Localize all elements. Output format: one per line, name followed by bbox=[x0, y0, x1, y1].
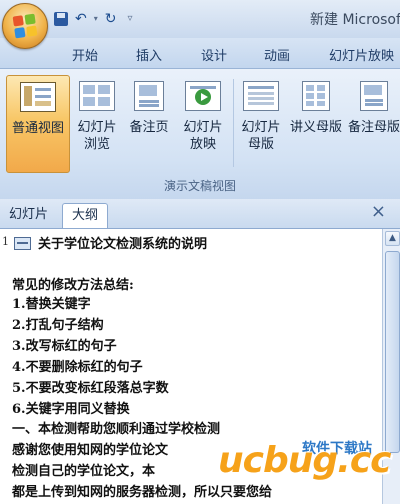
ribbon-tabs: 开始 插入 设计 动画 幻灯片放映 bbox=[0, 38, 400, 68]
save-icon[interactable] bbox=[54, 12, 68, 26]
tab-design[interactable]: 设计 bbox=[201, 45, 227, 64]
scroll-up-icon[interactable]: ▲ bbox=[385, 231, 400, 246]
handout-master-icon bbox=[298, 81, 334, 113]
office-button[interactable] bbox=[2, 3, 48, 49]
normal-view-button[interactable]: 普通视图 bbox=[6, 75, 70, 173]
slide-sorter-icon bbox=[79, 81, 115, 113]
outline-line[interactable]: 检测自己的学位论文，本 bbox=[12, 460, 155, 479]
notes-master-label: 备注母版 bbox=[348, 120, 400, 135]
slide-sorter-label-1: 幻灯片 bbox=[77, 120, 117, 135]
slideshow-button[interactable]: 幻灯片 放映 bbox=[176, 75, 230, 171]
outline-line[interactable]: 6.关键字用同义替换 bbox=[12, 398, 130, 417]
window-title: 新建 Microsoft bbox=[310, 12, 400, 28]
tab-insert[interactable]: 插入 bbox=[136, 45, 162, 64]
slide-master-button[interactable]: 幻灯片 母版 bbox=[236, 75, 286, 171]
outline-line[interactable]: 一、本检测帮助您顺利通过学校检测 bbox=[12, 418, 220, 437]
tab-outline[interactable]: 大纲 bbox=[62, 203, 109, 228]
group-label-presentation-views: 演示文稿视图 bbox=[163, 179, 236, 193]
tab-slideshow[interactable]: 幻灯片放映 bbox=[329, 45, 394, 64]
slide-master-label-1: 幻灯片 bbox=[241, 120, 281, 135]
slide-master-icon bbox=[243, 81, 279, 113]
tab-animations[interactable]: 动画 bbox=[264, 45, 290, 64]
slide-icon[interactable] bbox=[14, 237, 31, 250]
slide-number: 1 bbox=[2, 235, 9, 248]
slide-title[interactable]: 关于学位论文检测系统的说明 bbox=[38, 233, 207, 252]
ribbon-separator bbox=[233, 79, 234, 167]
slideshow-label-2: 放映 bbox=[189, 137, 216, 152]
normal-view-label: 普通视图 bbox=[11, 121, 64, 136]
undo-icon[interactable]: ↶ bbox=[75, 10, 87, 28]
outline-line[interactable]: 3.改写标红的句子 bbox=[12, 335, 117, 354]
notes-page-label: 备注页 bbox=[129, 120, 169, 135]
slide-master-label-2: 母版 bbox=[247, 137, 274, 152]
title-bar: ↶ ▾ ↻ ▿ 新建 Microsoft bbox=[0, 0, 400, 49]
redo-icon[interactable]: ↻ bbox=[105, 10, 117, 28]
tab-slides[interactable]: 幻灯片 bbox=[0, 203, 57, 227]
outline-line[interactable]: 2.打乱句子结构 bbox=[12, 314, 104, 333]
customize-toolbar-icon[interactable]: ▿ bbox=[127, 10, 132, 28]
slide-sorter-label-2: 浏览 bbox=[83, 137, 110, 152]
notes-page-icon bbox=[131, 81, 167, 113]
ribbon-body: 普通视图 幻灯片 浏览 备注页 幻灯片 放映 幻灯片 母版 讲义母版 备注母版 … bbox=[0, 68, 400, 200]
close-pane-icon[interactable]: × bbox=[371, 201, 386, 222]
watermark: 软件下载站 ucbug.cc bbox=[212, 438, 400, 504]
watermark-logo: ucbug.cc bbox=[218, 440, 391, 481]
outline-line[interactable]: 感谢您使用知网的学位论文 bbox=[12, 439, 168, 458]
slideshow-label-1: 幻灯片 bbox=[183, 120, 223, 135]
handout-master-label: 讲义母版 bbox=[289, 120, 342, 135]
handout-master-button[interactable]: 讲义母版 bbox=[288, 75, 344, 171]
undo-dropdown-icon[interactable]: ▾ bbox=[94, 10, 98, 28]
outline-line[interactable]: 常见的修改方法总结: bbox=[12, 274, 134, 293]
slide-sorter-button[interactable]: 幻灯片 浏览 bbox=[72, 75, 122, 171]
notes-master-button[interactable]: 备注母版 bbox=[348, 75, 400, 171]
outline-line[interactable]: 1.替换关键字 bbox=[12, 293, 91, 312]
normal-view-icon bbox=[20, 82, 56, 114]
tab-home[interactable]: 开始 bbox=[72, 45, 98, 64]
outline-pane-tabs: 幻灯片 大纲 × bbox=[0, 199, 400, 229]
scroll-thumb[interactable] bbox=[385, 251, 400, 453]
slideshow-icon bbox=[185, 81, 221, 113]
quick-access-toolbar: ↶ ▾ ↻ ▿ bbox=[54, 9, 133, 29]
office-logo-icon bbox=[12, 13, 38, 39]
notes-page-button[interactable]: 备注页 bbox=[124, 75, 174, 171]
notes-master-icon bbox=[360, 81, 396, 113]
outline-line[interactable]: 5.不要改变标红段落总字数 bbox=[12, 377, 169, 396]
outline-line[interactable]: 4.不要删除标红的句子 bbox=[12, 356, 143, 375]
